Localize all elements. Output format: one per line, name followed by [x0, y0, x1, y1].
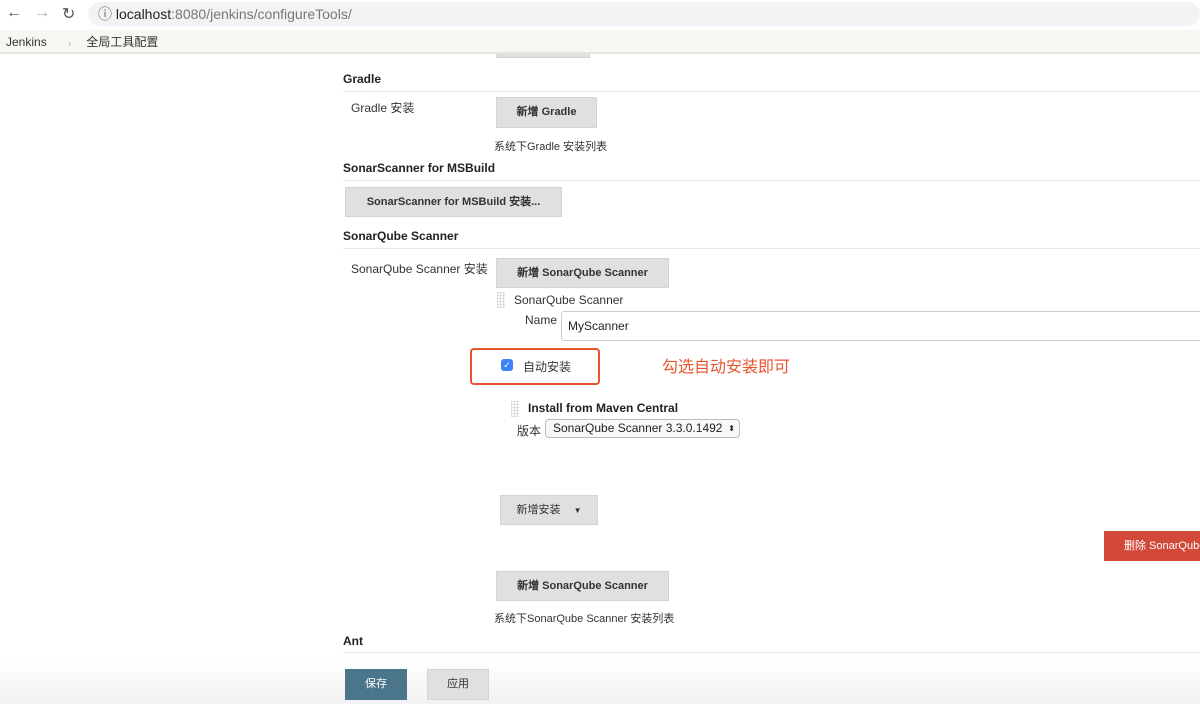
section-title-ant: Ant: [343, 634, 363, 648]
divider: [343, 652, 1200, 653]
add-installer-button[interactable]: 新增安装 ▼: [500, 495, 598, 525]
version-label: 版本: [517, 424, 542, 438]
apply-button[interactable]: 应用: [427, 669, 489, 700]
divider: [343, 248, 1200, 249]
divider: [343, 91, 1200, 92]
caret-down-icon: ▼: [573, 506, 582, 515]
sonar-install-label: SonarQube Scanner 安装: [351, 262, 488, 276]
gradle-description: 系统下Gradle 安装列表: [494, 141, 608, 153]
breadcrumb: Jenkins › 全局工具配置: [0, 30, 1200, 54]
bottom-sticky-bar: [0, 660, 1200, 704]
gradle-install-label: Gradle 安装: [351, 101, 415, 115]
msbuild-install-button[interactable]: SonarScanner for MSBuild 安装...: [345, 187, 562, 217]
drag-handle-icon[interactable]: [497, 292, 505, 308]
url-path: :8080/jenkins/configureTools/: [171, 6, 352, 22]
add-installer-label: 新增安装: [516, 504, 561, 516]
auto-install-label[interactable]: 自动安装: [523, 358, 571, 375]
annotation-text: 勾选自动安装即可: [662, 359, 791, 376]
drag-handle-icon[interactable]: [511, 401, 519, 417]
sonar-description: 系统下SonarQube Scanner 安装列表: [494, 613, 675, 625]
installer-title: Install from Maven Central: [528, 401, 679, 415]
name-input[interactable]: [561, 311, 1200, 341]
reload-icon[interactable]: ↻: [62, 4, 75, 24]
name-label: Name: [525, 313, 558, 327]
info-icon: ⓘ: [98, 6, 112, 22]
breadcrumb-jenkins[interactable]: Jenkins: [6, 35, 47, 49]
version-select[interactable]: SonarQube Scanner 3.3.0.1492 ⬍: [545, 419, 740, 438]
version-value: SonarQube Scanner 3.3.0.1492: [553, 421, 723, 435]
forward-icon[interactable]: →: [34, 4, 50, 22]
address-bar[interactable]: ⓘ localhost:8080/jenkins/configureTools/: [88, 2, 1200, 26]
browser-toolbar: ← → ↻ ⓘ localhost:8080/jenkins/configure…: [0, 0, 1200, 30]
select-arrows-icon: ⬍: [728, 424, 735, 433]
previous-button-edge: [496, 54, 590, 58]
section-title-sonarqube-scanner: SonarQube Scanner: [343, 229, 459, 243]
add-sonarqube-scanner-button-bottom[interactable]: 新增 SonarQube Scanner: [496, 571, 669, 601]
add-gradle-button[interactable]: 新增 Gradle: [496, 97, 597, 128]
delete-sonarqube-scanner-button[interactable]: 删除 SonarQube Scanner: [1104, 531, 1200, 561]
scanner-item-title: SonarQube Scanner: [514, 293, 624, 307]
add-sonarqube-scanner-button[interactable]: 新增 SonarQube Scanner: [496, 258, 669, 288]
back-icon[interactable]: ←: [6, 4, 22, 22]
auto-install-checkbox[interactable]: ✓: [501, 359, 513, 371]
section-title-msbuild: SonarScanner for MSBuild: [343, 161, 496, 175]
save-button[interactable]: 保存: [345, 669, 407, 700]
breadcrumb-separator-icon: ›: [68, 38, 72, 48]
breadcrumb-current[interactable]: 全局工具配置: [86, 35, 158, 49]
url-host: localhost: [115, 6, 172, 22]
divider: [343, 180, 1200, 181]
section-title-gradle: Gradle: [343, 72, 382, 86]
